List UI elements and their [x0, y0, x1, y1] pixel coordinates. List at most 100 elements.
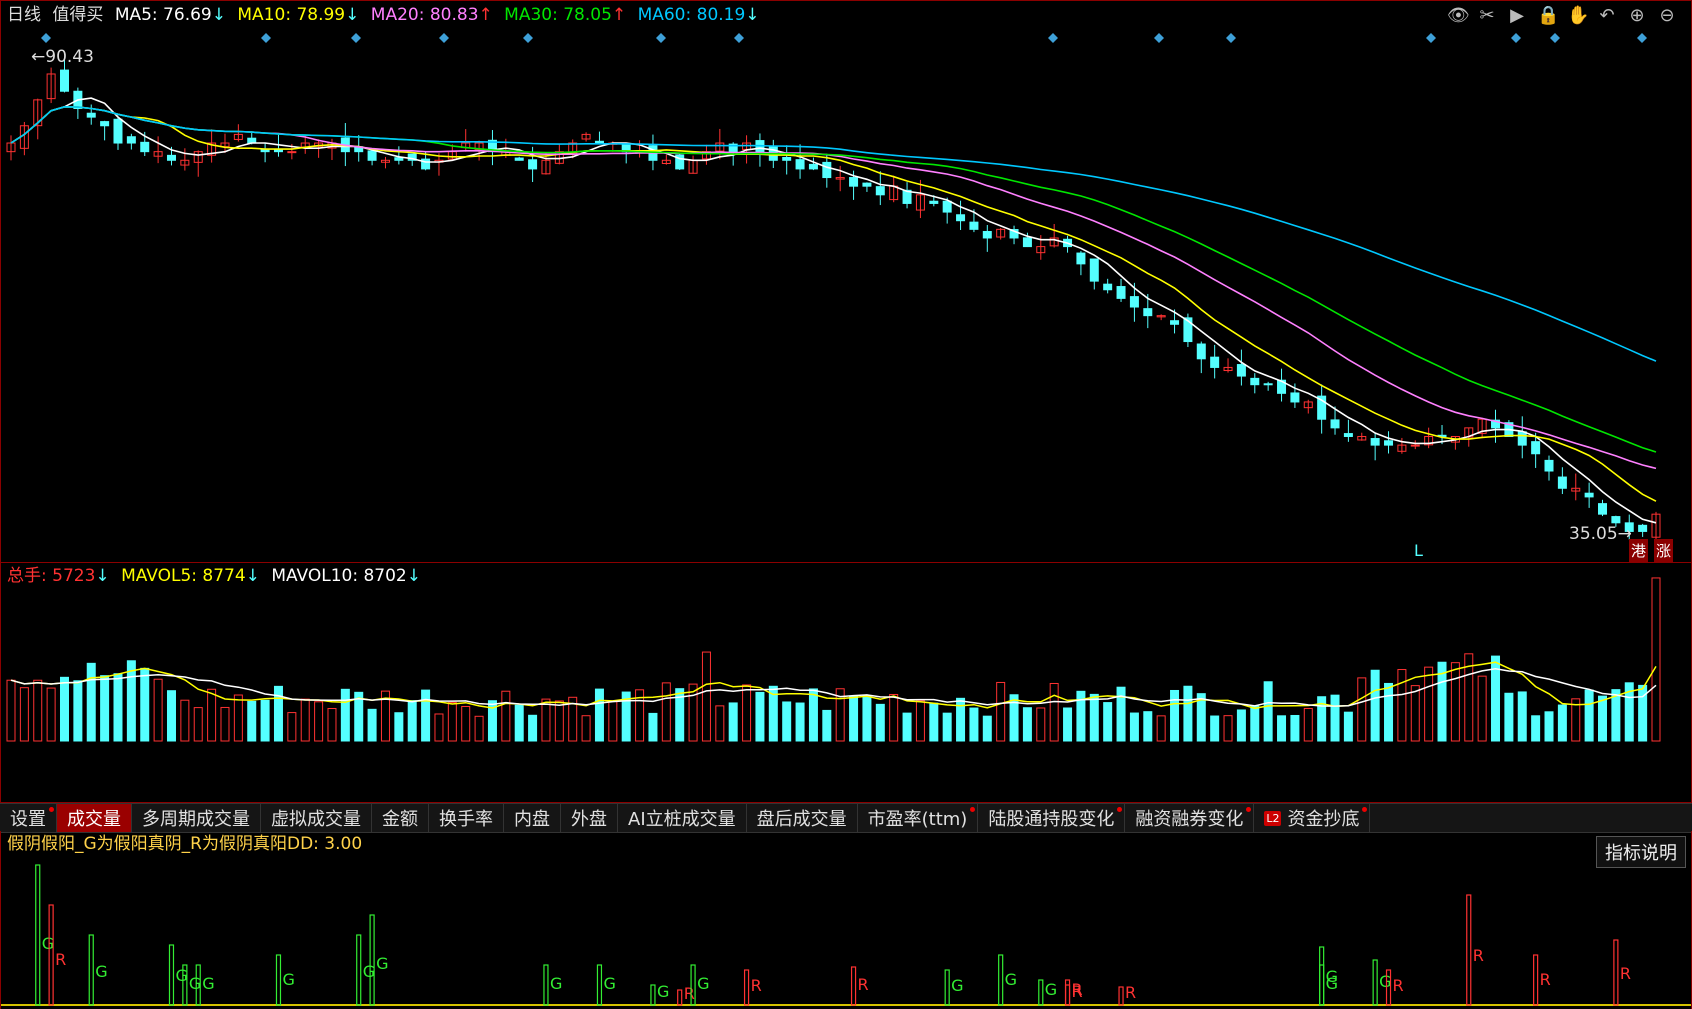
hk-connect-badge[interactable]: 港: [1629, 539, 1649, 562]
volume-bar: [969, 707, 979, 742]
candle-body: [929, 200, 939, 204]
r-signal-label: R: [55, 950, 66, 969]
indicator-bars[interactable]: GRG G G G G G GG G G RG R R G GG RR RG G RGRR R: [1, 831, 1691, 1009]
volume-bar: [808, 688, 818, 742]
candle-body: [113, 118, 123, 144]
volume-bar: [1517, 691, 1527, 742]
fake-yang-bar: [168, 944, 175, 1006]
candle-body: [514, 157, 524, 161]
candle-body: [1370, 438, 1380, 446]
fake-yang-bar: [369, 914, 375, 1006]
tab-9[interactable]: 盘后成交量: [747, 804, 858, 832]
candle-body: [140, 141, 150, 153]
fake-yin-bar: [1118, 986, 1124, 1006]
volume-bar: [1263, 681, 1273, 742]
volume-bar: [447, 702, 457, 742]
fake-yang-bar: [1319, 964, 1325, 1006]
tab-label: 内盘: [514, 809, 550, 830]
volume-bars[interactable]: [1, 563, 1691, 803]
candle-body: [1517, 431, 1527, 446]
volume-chart-panel[interactable]: 总手: 5723↓ MAVOL5: 8774↓ MAVOL10: 8702↓: [0, 563, 1692, 803]
notification-dot: [1117, 807, 1123, 812]
tab-7[interactable]: 外盘: [561, 804, 618, 832]
candlestick-chart[interactable]: [1, 1, 1691, 562]
candle-body: [795, 159, 805, 170]
tab-6[interactable]: 内盘: [504, 804, 561, 832]
volume-bar: [407, 700, 417, 742]
volume-bar: [19, 687, 29, 742]
r-signal-label: R: [1393, 976, 1404, 995]
l-marker: L: [1414, 541, 1423, 560]
g-signal-label: G: [175, 966, 187, 985]
candle-body: [1584, 492, 1594, 498]
fake-yang-bar: [944, 969, 950, 1006]
indicator-help-button[interactable]: 指标说明: [1596, 836, 1686, 868]
volume-bar: [1036, 707, 1046, 742]
volume-bar: [193, 707, 203, 742]
candle-body: [1557, 476, 1567, 489]
volume-bar: [1557, 704, 1567, 742]
volume-bar: [1477, 675, 1487, 742]
volume-bar: [153, 678, 163, 742]
g-signal-label: G: [376, 954, 388, 973]
r-signal-label: R: [1125, 983, 1136, 1002]
price-chart-panel[interactable]: 日线 值得买 MA5: 76.69↓ MA10: 78.99↓ MA20: 80…: [0, 0, 1692, 563]
fake-yang-bar: [356, 934, 362, 1006]
candle-body: [1343, 433, 1353, 437]
volume-bar: [220, 706, 230, 742]
tab-2[interactable]: 多周期成交量: [132, 804, 261, 832]
volume-bar: [782, 701, 792, 742]
candle-body: [1531, 441, 1541, 455]
volume-bar: [1370, 669, 1380, 742]
volume-bar: [822, 709, 832, 742]
tab-0[interactable]: 设置: [0, 804, 57, 832]
candle-body: [1089, 258, 1099, 282]
tab-11[interactable]: 陆股通持股变化: [978, 804, 1126, 832]
tab-13[interactable]: L2 资金抄底: [1254, 804, 1371, 832]
tab-4[interactable]: 金额: [372, 804, 429, 832]
volume-bar: [1357, 677, 1367, 742]
tab-8[interactable]: AI立桩成交量: [618, 804, 747, 832]
g-signal-label: G: [1005, 970, 1017, 989]
volume-bar: [46, 687, 56, 742]
tab-label: 设置: [10, 809, 46, 830]
volume-bar: [461, 705, 471, 742]
volume-bar: [728, 702, 738, 742]
tab-5[interactable]: 换手率: [429, 804, 504, 832]
candle-body: [126, 136, 136, 144]
candle-body: [273, 149, 283, 153]
candle-body: [1116, 286, 1126, 299]
candle-body: [875, 186, 885, 196]
candle-body: [100, 121, 110, 127]
g-signal-label: G: [42, 934, 54, 953]
volume-bar: [875, 703, 885, 742]
volume-bar: [755, 691, 765, 742]
volume-bar: [1022, 707, 1032, 742]
candle-body: [86, 112, 96, 118]
volume-bar: [661, 682, 671, 742]
tab-label: 融资融券变化: [1135, 809, 1244, 830]
tab-12[interactable]: 融资融券变化: [1125, 804, 1255, 832]
candle-body: [1250, 377, 1260, 386]
limit-up-badge[interactable]: 涨: [1654, 539, 1674, 562]
l2-badge: L2: [1264, 810, 1282, 826]
candle-body: [1076, 252, 1086, 265]
volume-bar: [1236, 709, 1246, 742]
low-price-label: 35.05→: [1569, 524, 1632, 544]
volume-bar: [86, 662, 96, 742]
tab-1[interactable]: 成交量: [57, 804, 132, 832]
indicator-panel[interactable]: 假阴假阳_G为假阳真阴_R为假阴真阳DD: 3.00 GRGGGGGGGGGGR…: [0, 831, 1692, 1009]
volume-bar: [942, 712, 952, 742]
volume-bar: [915, 700, 925, 742]
volume-bar: [287, 712, 297, 742]
volume-bar: [581, 715, 591, 742]
volume-bar: [1504, 692, 1514, 742]
r-signal-label: R: [1072, 980, 1083, 999]
candle-body: [782, 156, 792, 161]
volume-bar: [594, 688, 604, 742]
candle-body: [394, 157, 404, 161]
tab-10[interactable]: 市盈率(ttm): [858, 804, 979, 832]
candle-body: [1290, 392, 1300, 403]
tab-3[interactable]: 虚拟成交量: [261, 804, 372, 832]
volume-bar: [1223, 715, 1233, 742]
